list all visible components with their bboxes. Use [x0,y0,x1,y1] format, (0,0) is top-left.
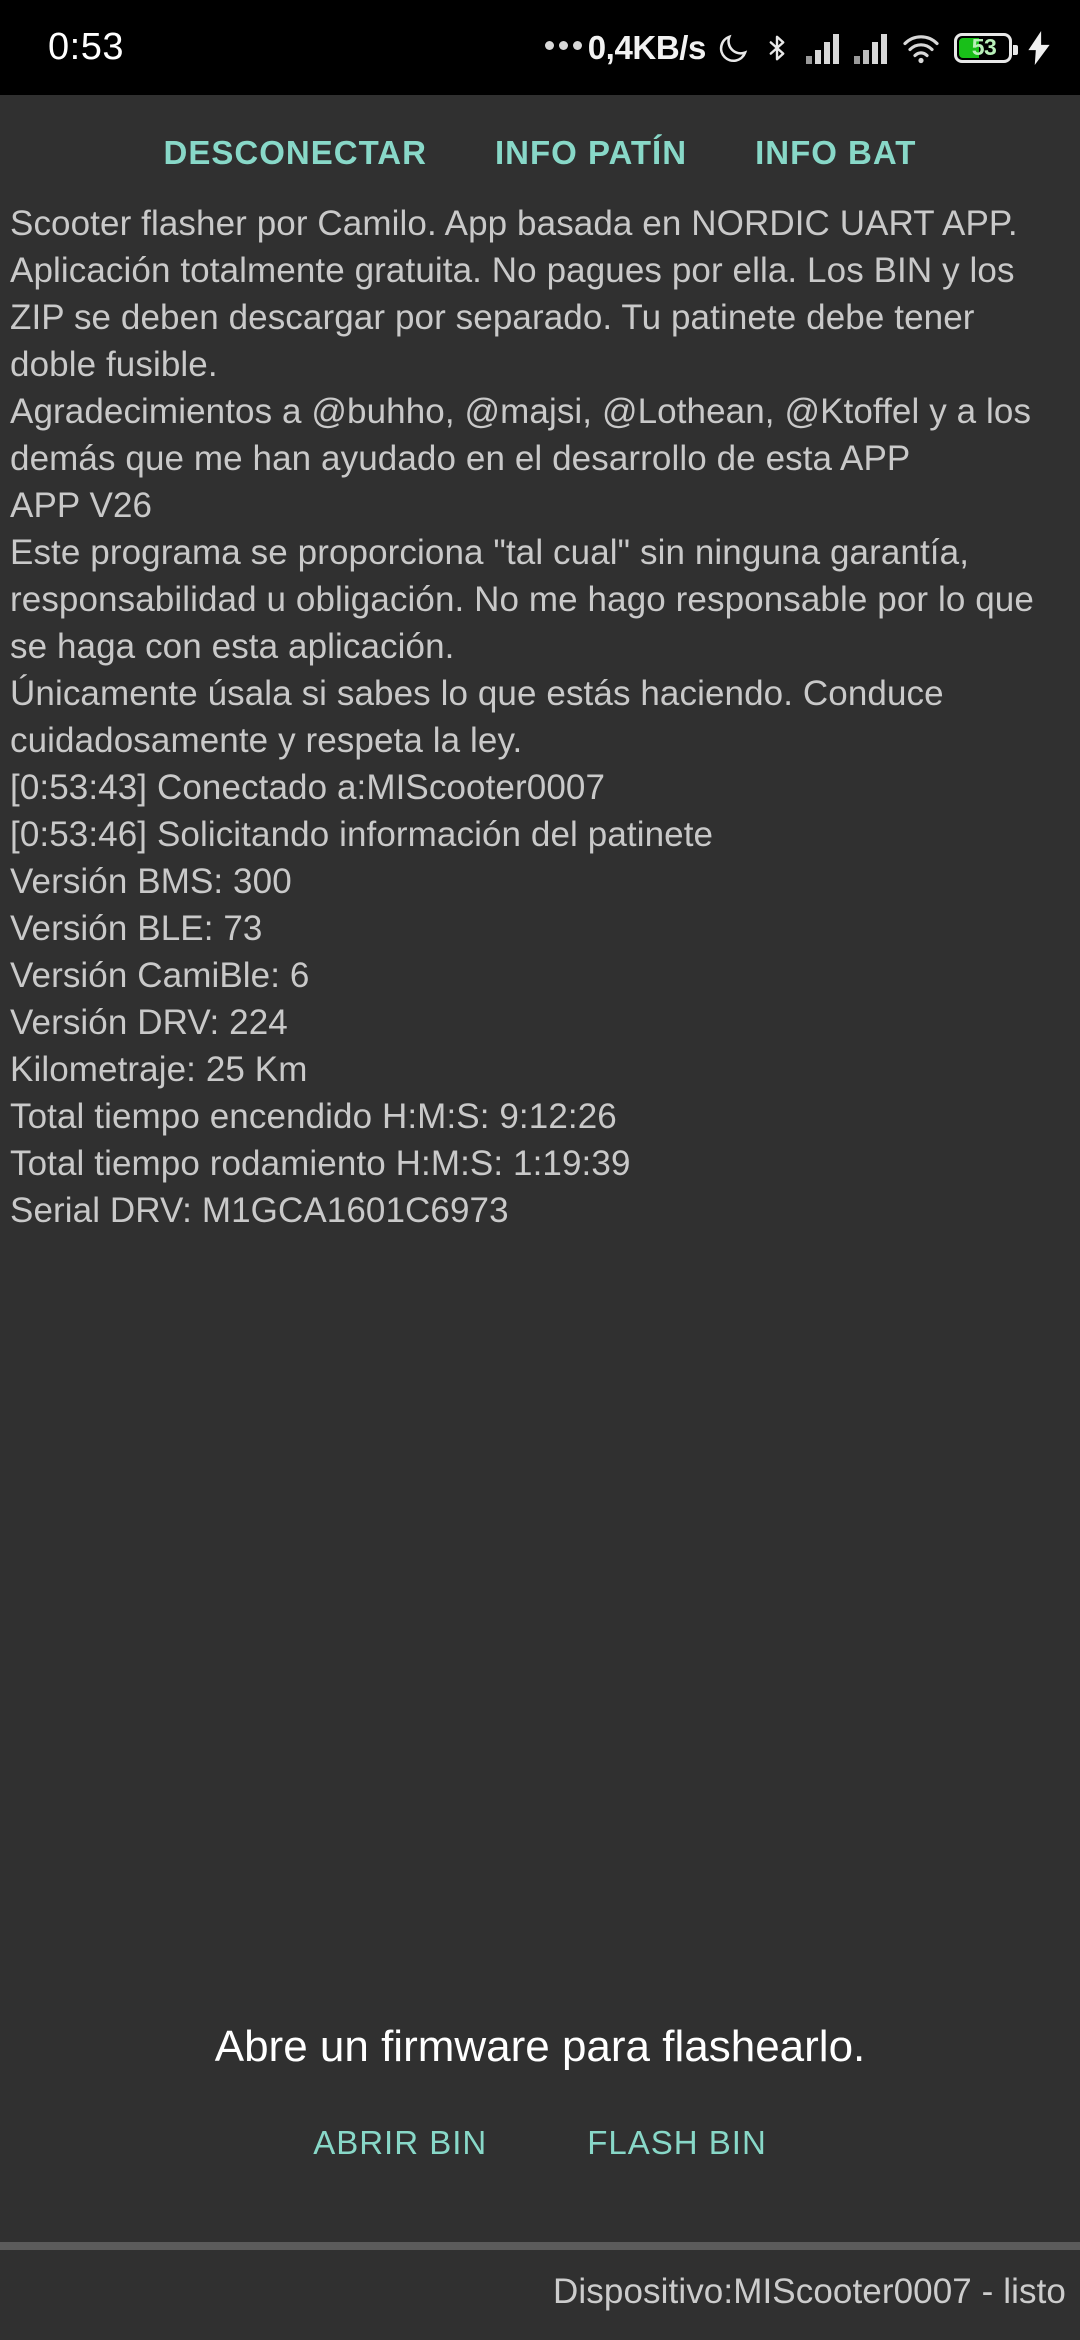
log-line: APP V26 [10,486,153,525]
network-activity-dots-icon [544,41,582,54]
open-bin-button[interactable]: ABRIR BIN [283,2112,517,2174]
log-line: Este programa se proporciona "tal cual" … [10,533,1034,666]
log-line: Únicamente úsala si sabes lo que estás h… [10,674,944,760]
battery-icon: 53 [954,32,1018,63]
log-line: [0:53:46] Solicitando información del pa… [10,815,714,854]
log-line: [0:53:43] Conectado a:MIScooter0007 [10,768,606,807]
device-status-label: Dispositivo:MIScooter0007 - listo [553,2272,1066,2311]
log-line: Versión CamiBle: 6 [10,956,310,995]
wifi-icon [902,32,940,64]
firmware-status-text: Abre un firmware para flashearlo. [214,2022,866,2072]
log-output-area[interactable]: Scooter flasher por Camilo. App basada e… [0,200,1080,2013]
log-line: Kilometraje: 25 Km [10,1050,308,1089]
log-line: Serial DRV: M1GCA1601C6973 [10,1191,509,1230]
tab-info-patin[interactable]: INFO PATÍN [461,120,721,186]
status-bar-clock: 0:53 [48,26,124,68]
charging-bolt-icon [1026,30,1052,65]
network-speed-label: 0,4KB/s [587,28,707,66]
flash-bin-button[interactable]: FLASH BIN [557,2112,797,2174]
tab-bar: DESCONECTAR INFO PATÍN INFO BAT [0,95,1080,200]
bluetooth-icon [762,31,792,65]
log-line: Scooter flasher por Camilo. App basada e… [10,204,1018,384]
tab-desconectar[interactable]: DESCONECTAR [130,120,461,186]
bottom-status-bar: Dispositivo:MIScooter0007 - listo [0,2250,1080,2340]
log-line: Versión DRV: 224 [10,1003,288,1042]
log-line: Total tiempo encendido H:M:S: 9:12:26 [10,1097,617,1136]
system-status-bar: 0:53 0,4KB/s 53 [0,0,1080,95]
cellular-signal-icon [806,32,842,64]
log-line: Agradecimientos a @buhho, @majsi, @Lothe… [10,392,1032,478]
tab-info-bat[interactable]: INFO BAT [721,120,950,186]
cellular-signal-icon [854,32,890,64]
firmware-flash-section: Abre un firmware para flashearlo. ABRIR … [0,2013,1080,2182]
dnd-moon-icon [716,31,750,65]
flash-progress-bar [0,2242,1080,2250]
log-line: Versión BLE: 73 [10,909,263,948]
log-line: Versión BMS: 300 [10,862,292,901]
log-line: Total tiempo rodamiento H:M:S: 1:19:39 [10,1144,631,1183]
firmware-button-row: ABRIR BIN FLASH BIN [283,2112,797,2174]
battery-percent-label: 53 [971,34,997,60]
status-bar-icons: 0,4KB/s 53 [544,28,1052,67]
app-root: 0:53 0,4KB/s 53 DESCONECTAR INFO PATÍN I… [0,0,1080,2340]
